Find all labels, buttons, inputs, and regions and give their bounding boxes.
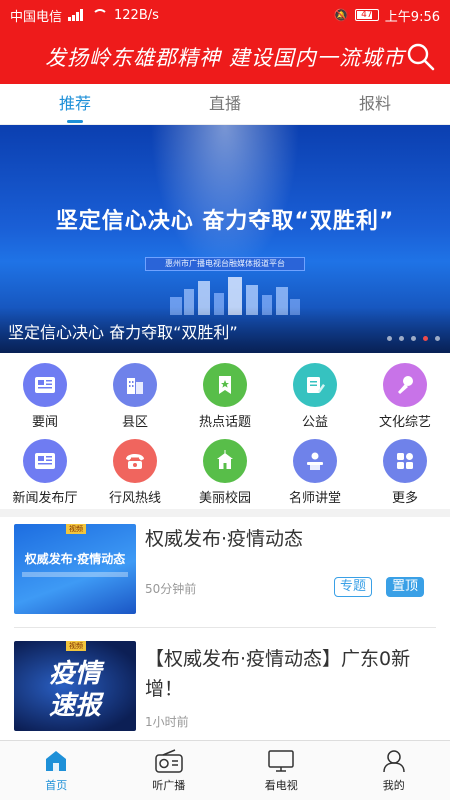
header-slogan: 发扬岭东雄郡精神 建设国内一流城市: [45, 46, 405, 70]
battery-level: 47: [361, 10, 373, 20]
home-icon: [46, 751, 67, 771]
wifi-icon: [92, 9, 109, 21]
nav-label: 我的: [382, 779, 405, 792]
grid-item-label: 热点话题: [198, 415, 251, 430]
buildings-icon: [113, 363, 157, 407]
carousel-dot: [387, 336, 392, 341]
section-separator: [0, 509, 450, 517]
thumbnail-badge: 视频: [66, 524, 86, 534]
grid-item-hotline[interactable]: 行风热线: [90, 433, 180, 509]
newspaper-icon: [23, 439, 67, 483]
grid-item-campus[interactable]: 美丽校园: [180, 433, 270, 509]
grid-item-label: 行风热线: [108, 491, 161, 506]
thumbnail-strip: [22, 572, 128, 577]
carrier-label: 中国电信: [10, 9, 63, 25]
banner-caption: 坚定信心决心 奋力夺取“双胜利”: [8, 323, 238, 342]
channel-tabs: 推荐 直播 报料: [0, 84, 450, 125]
user-icon: [383, 750, 405, 773]
nav-label: 看电视: [264, 779, 298, 792]
tab-live[interactable]: 直播: [150, 84, 300, 124]
status-bar: 中国电信 122B/s 🔕 47 上午9:56: [0, 0, 450, 30]
grid-item-county[interactable]: 县区: [90, 357, 180, 433]
nav-radio[interactable]: 听广播: [113, 741, 226, 800]
radio-icon: [155, 749, 183, 773]
grid-item-label: 文化综艺: [378, 415, 431, 430]
grid-item-lecture[interactable]: 名师讲堂: [270, 433, 360, 509]
newspaper-icon: [23, 363, 67, 407]
search-icon[interactable]: [406, 42, 436, 72]
grid-item-label: 公益: [301, 415, 328, 430]
carousel-dot: [399, 336, 404, 341]
microphone-icon: [383, 363, 427, 407]
topic-tag: 专题: [333, 577, 372, 597]
app-header: 发扬岭东雄郡精神 建设国内一流城市: [0, 30, 450, 84]
news-item[interactable]: 视频 权威发布·疫情动态 权威发布·疫情动态 50分钟前 专题 置顶: [14, 524, 436, 616]
banner-light-decoration: [150, 125, 300, 275]
grid-item-more[interactable]: 更多: [360, 433, 450, 509]
nav-label: 首页: [45, 779, 68, 792]
grid-item-label: 要闻: [31, 415, 58, 430]
lecturer-icon: [293, 439, 337, 483]
grid-item-hot-topics[interactable]: 热点话题: [180, 357, 270, 433]
banner-carousel[interactable]: 坚定信心决心 奋力夺取“双胜利” 惠州市广播电视台融媒体报道平台 坚定信心决心 …: [0, 125, 450, 353]
grid-item-culture[interactable]: 文化综艺: [360, 357, 450, 433]
bookmark-star-icon: [203, 363, 247, 407]
thumbnail-badge: 视频: [66, 641, 86, 651]
tab-recommend[interactable]: 推荐: [0, 84, 150, 124]
nav-tv[interactable]: 看电视: [225, 741, 338, 800]
grid-item-label: 新闻发布厅: [12, 491, 78, 506]
news-time: 1小时前: [145, 715, 189, 729]
carousel-dot: [411, 336, 416, 341]
news-item[interactable]: 视频 疫情 速报 【权威发布·疫情动态】广东0新增！ 1小时前: [14, 641, 436, 733]
nav-label: 听广播: [152, 779, 186, 792]
category-grid: 要闻 县区 热点话题 公益 文化综艺 新闻发布厅 行风热线 美丽校园 名师讲堂 …: [0, 357, 450, 509]
news-time: 50分钟前: [145, 582, 197, 596]
carousel-indicator: [387, 336, 440, 341]
clock: 上午9:56: [384, 9, 440, 25]
news-thumbnail: 视频 权威发布·疫情动态: [14, 524, 136, 614]
carousel-dot-active: [423, 336, 428, 341]
news-divider: [14, 627, 436, 628]
pinned-tag: 置顶: [385, 577, 424, 597]
grid-item-press-room[interactable]: 新闻发布厅: [0, 433, 90, 509]
news-thumbnail: 视频 疫情 速报: [14, 641, 136, 731]
note-pen-icon: [293, 363, 337, 407]
grid-item-label: 更多: [391, 491, 418, 506]
school-icon: [203, 439, 247, 483]
nav-home[interactable]: 首页: [0, 741, 113, 800]
nav-profile[interactable]: 我的: [338, 741, 450, 800]
telephone-icon: [113, 439, 157, 483]
thumbnail-title-line2: 速报: [48, 691, 101, 721]
mute-icon: 🔕: [333, 8, 349, 22]
more-grid-icon: [383, 439, 427, 483]
news-title: 权威发布·疫情动态: [145, 528, 304, 550]
grid-item-label: 美丽校园: [198, 491, 251, 506]
signal-icon: [68, 9, 86, 21]
banner-headline: 坚定信心决心 奋力夺取“双胜利”: [55, 209, 395, 234]
grid-item-label: 县区: [121, 415, 148, 430]
network-speed: 122B/s: [114, 7, 159, 23]
grid-item-public-welfare[interactable]: 公益: [270, 357, 360, 433]
grid-item-news[interactable]: 要闻: [0, 357, 90, 433]
bottom-navigation: 首页 听广播 看电视 我的: [0, 740, 450, 800]
thumbnail-title: 权威发布·疫情动态: [24, 552, 126, 566]
tab-report[interactable]: 报料: [300, 84, 450, 124]
carousel-dot: [435, 336, 440, 341]
banner-platform-label: 惠州市广播电视台融媒体报道平台: [145, 257, 305, 271]
battery-icon: 47: [354, 9, 379, 21]
news-title: 【权威发布·疫情动态】广东0新增！: [145, 648, 411, 700]
grid-item-label: 名师讲堂: [288, 491, 341, 506]
tv-icon: [268, 750, 294, 772]
